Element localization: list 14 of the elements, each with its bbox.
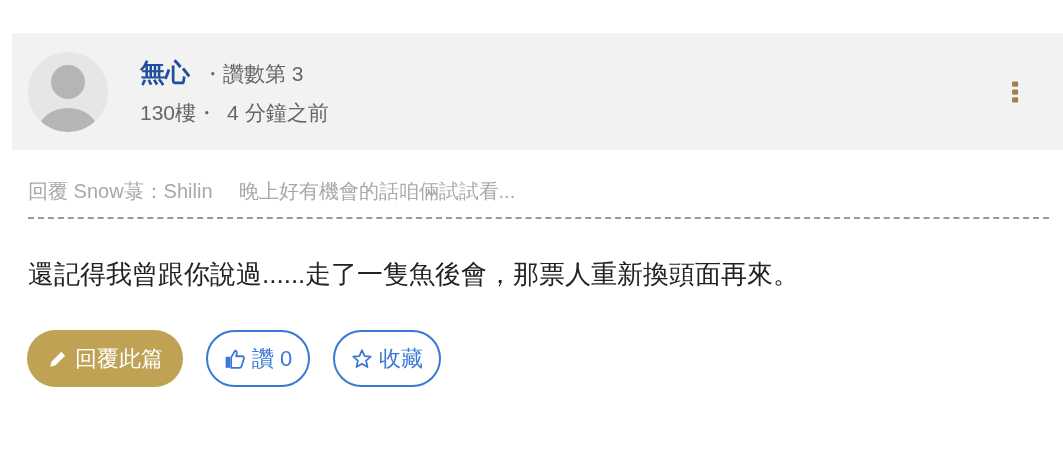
star-icon <box>351 347 374 370</box>
reply-button[interactable]: 回覆此篇 <box>27 330 183 387</box>
rank-text: ・讚數第 3 <box>202 61 304 87</box>
more-options-icon[interactable] <box>1012 79 1019 104</box>
favorite-button[interactable]: 收藏 <box>333 330 442 387</box>
quoted-excerpt: 晚上好有機會的話咱倆試試看... <box>238 179 516 204</box>
thumbs-up-icon <box>224 347 246 370</box>
like-button[interactable]: 讚 0 <box>206 330 311 387</box>
post-time: 4 分鐘之前 <box>227 100 329 126</box>
avatar-icon[interactable] <box>28 51 108 132</box>
reply-target[interactable]: 回覆 Snow菉：Shilin <box>28 178 213 205</box>
author-name[interactable]: 無心 <box>140 56 190 89</box>
floor-number: 130樓・ <box>140 100 218 126</box>
post-content: 還記得我曾跟你說過......走了一隻魚後會，那票人重新換頭面再來。 <box>28 258 801 291</box>
